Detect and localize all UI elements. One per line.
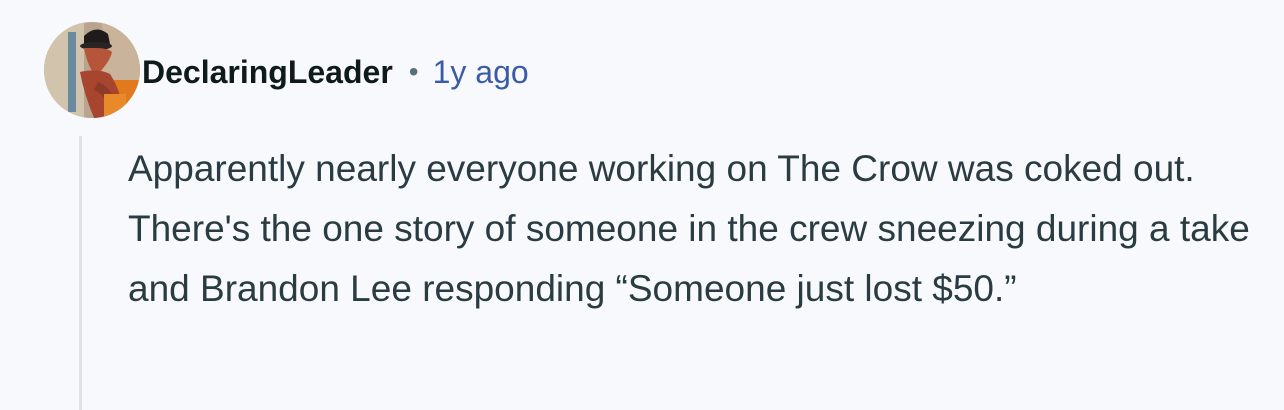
- comment-body: Apparently nearly everyone working on Th…: [128, 148, 1250, 309]
- separator-dot: •: [408, 56, 419, 87]
- comment: DeclaringLeader • 1y ago Apparently near…: [0, 0, 1284, 410]
- user-avatar[interactable]: [44, 22, 140, 118]
- avatar-image: [44, 22, 140, 118]
- thread-collapse-line[interactable]: [79, 136, 82, 410]
- timestamp-link[interactable]: 1y ago: [433, 54, 529, 91]
- comment-meta: DeclaringLeader • 1y ago: [142, 50, 529, 94]
- username-link[interactable]: DeclaringLeader: [142, 54, 393, 91]
